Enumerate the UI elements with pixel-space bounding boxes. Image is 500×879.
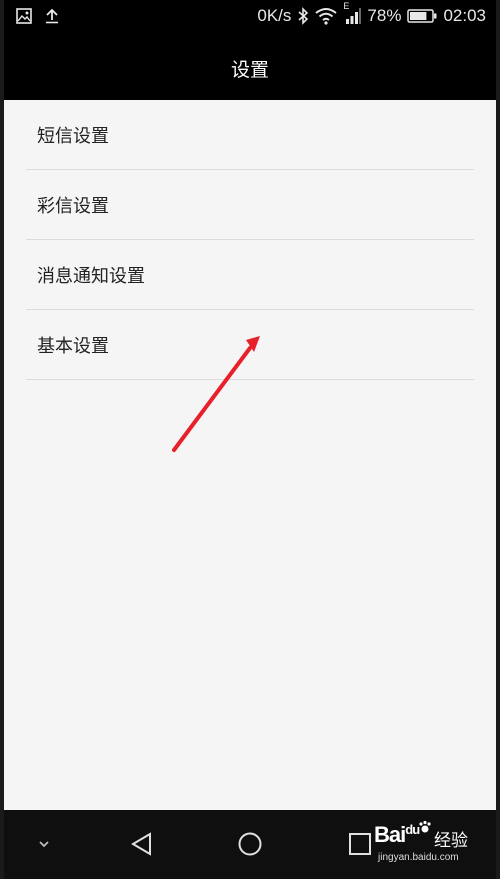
back-icon[interactable] <box>122 824 162 864</box>
battery-icon <box>407 8 437 24</box>
phone-screen: 0K/s E 78% 02:03 设置 短信设置 彩信设置 消息通知设置 基本设… <box>4 0 496 879</box>
watermark-brand: Baidu <box>374 822 420 847</box>
battery-percent: 78% <box>367 6 402 25</box>
paw-icon <box>418 820 432 839</box>
network-type: E <box>343 1 350 11</box>
wifi-icon <box>315 7 338 25</box>
title-bar: 设置 <box>4 36 496 100</box>
watermark-url: jingyan.baidu.com <box>378 852 459 863</box>
upload-icon <box>44 8 60 24</box>
clock: 02:03 <box>443 6 486 25</box>
home-icon[interactable] <box>230 824 270 864</box>
page-title: 设置 <box>230 58 269 81</box>
settings-list: 短信设置 彩信设置 消息通知设置 基本设置 <box>4 100 496 380</box>
settings-item-label: 短信设置 <box>37 125 109 147</box>
settings-item-basic[interactable]: 基本设置 <box>26 310 474 380</box>
settings-item-label: 消息通知设置 <box>37 265 145 287</box>
network-speed: 0K/s <box>257 6 292 25</box>
status-bar: 0K/s E 78% 02:03 <box>4 0 496 36</box>
bluetooth-icon <box>297 7 309 25</box>
chevron-down-icon[interactable] <box>24 824 64 864</box>
signal-icon: E <box>343 1 362 25</box>
image-icon <box>16 8 32 24</box>
settings-content: 短信设置 彩信设置 消息通知设置 基本设置 <box>4 100 496 810</box>
settings-item-sms[interactable]: 短信设置 <box>26 100 474 170</box>
baidu-watermark: Baidu 经验 jingyan.baidu.com <box>374 816 492 872</box>
settings-item-mms[interactable]: 彩信设置 <box>26 170 474 240</box>
watermark-product: 经验 <box>434 831 468 851</box>
settings-item-label: 基本设置 <box>37 335 109 357</box>
settings-item-notification[interactable]: 消息通知设置 <box>26 240 474 310</box>
settings-item-label: 彩信设置 <box>37 195 109 217</box>
